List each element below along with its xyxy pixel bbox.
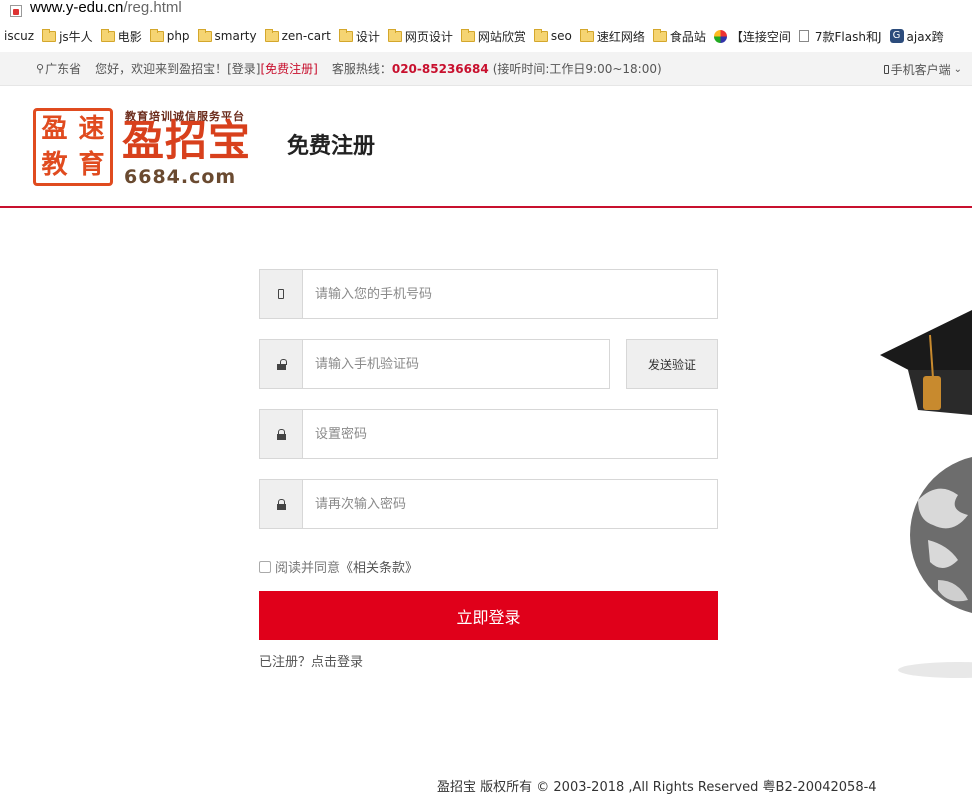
lock-icon: [276, 429, 286, 440]
login-link[interactable]: [登录]: [227, 60, 260, 77]
footer-copyright: 盈招宝 版权所有 © 2003-2018 ,All Rights Reserve…: [437, 780, 877, 795]
bookmark-label: 7款Flash和J: [814, 29, 882, 44]
folder-icon: [338, 28, 353, 42]
folder-icon: [42, 28, 57, 42]
logo-char: 速: [78, 114, 105, 144]
bookmark-label: 设计: [355, 29, 380, 44]
bookmarks-bar: iscuz js牛人 电影 php smarty zen-cart 设计 网页设…: [0, 24, 972, 48]
folder-icon: [264, 28, 279, 42]
url-text[interactable]: www.y-edu.cn/reg.html: [30, 0, 182, 16]
bookmark-item[interactable]: iscuz: [0, 24, 38, 48]
terms-link[interactable]: 《相关条款》: [340, 557, 418, 576]
folder-icon: [197, 28, 212, 42]
welcome-text: 您好，欢迎来到盈招宝！: [95, 62, 228, 76]
bookmark-label: 速红网络: [596, 29, 645, 44]
mobile-client-menu[interactable]: 手机客户端 ⌄: [883, 52, 962, 86]
graduation-cap-icon: [880, 310, 972, 678]
bookmark-label: 网站欣赏: [477, 29, 526, 44]
already-registered-link[interactable]: 已注册？点击登录: [259, 651, 363, 670]
bookmark-label: js牛人: [59, 29, 93, 44]
folder-icon: [533, 28, 548, 42]
bookmark-label: 电影: [117, 29, 142, 44]
logo-brand[interactable]: 盈招宝: [122, 120, 251, 162]
page-broken-icon: [10, 5, 22, 17]
bookmark-item[interactable]: 7款Flash和J: [795, 24, 886, 48]
bookmark-label: 食品站: [669, 29, 706, 44]
site-icon: [713, 29, 727, 43]
logo-char: 育: [78, 150, 105, 180]
bookmark-label: ajax跨: [906, 29, 944, 44]
register-link[interactable]: [免费注册]: [260, 60, 317, 77]
logo-domain: 6684.com: [124, 166, 237, 188]
folder-icon: [579, 28, 594, 42]
logo-char: 教: [41, 150, 68, 180]
bookmark-label: 【连接空间: [730, 29, 791, 44]
password-input[interactable]: [303, 410, 717, 458]
bookmark-label: php: [166, 29, 190, 43]
bookmark-folder[interactable]: seo: [530, 24, 576, 48]
unlock-icon-box: [260, 340, 303, 388]
folder-icon: [652, 28, 667, 42]
site-icon-a: G: [889, 29, 904, 43]
address-bar[interactable]: www.y-edu.cn/reg.html: [0, 0, 972, 22]
bookmark-folder[interactable]: js牛人: [38, 24, 97, 48]
agree-text: 阅读并同意: [275, 561, 341, 576]
agree-checkbox[interactable]: [259, 560, 271, 573]
location-text[interactable]: 广东省: [45, 60, 81, 77]
verify-code-input[interactable]: [303, 340, 609, 388]
bookmark-label: zen-cart: [281, 29, 331, 43]
folder-icon: [460, 28, 475, 42]
folder-icon: [149, 28, 164, 42]
site-header: 盈 速 教 育 教育培训诚信服务平台 盈招宝 6684.com 免费注册: [0, 86, 972, 208]
bookmark-label: smarty: [214, 29, 257, 43]
bookmark-folder[interactable]: smarty: [194, 24, 261, 48]
hotline-number: 020-85236684: [391, 61, 489, 76]
bookmark-item[interactable]: 【连接空间: [710, 24, 795, 48]
bookmark-label: iscuz: [4, 29, 35, 43]
bookmark-folder[interactable]: 电影: [97, 24, 146, 48]
url-path: /reg.html: [123, 0, 182, 16]
lock-icon: [276, 499, 286, 510]
folder-icon: [100, 28, 115, 42]
top-info-bar: ⚲ 广东省 您好，欢迎来到盈招宝！ [登录] [免费注册] 客服热线： 020-…: [0, 52, 972, 86]
bookmark-folder[interactable]: 网页设计: [384, 24, 457, 48]
password-field: [259, 409, 718, 459]
password-confirm-input[interactable]: [303, 480, 717, 528]
logo-char: 盈: [41, 114, 68, 144]
bookmark-item[interactable]: Gajax跨: [886, 24, 948, 48]
mobile-phone-icon: [278, 289, 284, 299]
verify-code-field: [259, 339, 610, 389]
password-confirm-field: [259, 479, 718, 529]
bookmark-folder[interactable]: zen-cart: [261, 24, 335, 48]
chevron-down-icon: ⌄: [953, 63, 962, 75]
bookmark-folder[interactable]: 速红网络: [576, 24, 649, 48]
page-title: 免费注册: [287, 134, 376, 159]
unlock-icon: [276, 359, 287, 370]
bookmark-folder[interactable]: 设计: [335, 24, 384, 48]
url-domain: www.y-edu.cn: [30, 0, 124, 16]
hotline-label: 客服热线：: [331, 62, 392, 76]
lock-icon-box: [260, 480, 303, 528]
phone-input[interactable]: [303, 270, 717, 318]
phone-field: [259, 269, 718, 319]
phone-icon-box: [260, 270, 303, 318]
bookmark-folder[interactable]: 食品站: [649, 24, 710, 48]
bookmark-folder[interactable]: 网站欣赏: [457, 24, 530, 48]
bookmark-label: seo: [550, 29, 572, 43]
bookmark-folder[interactable]: php: [146, 24, 194, 48]
lock-icon-box: [260, 410, 303, 458]
send-code-button[interactable]: 发送验证: [626, 339, 718, 389]
location-pin-icon: ⚲: [36, 62, 45, 75]
logo-mark[interactable]: 盈 速 教 育: [33, 108, 113, 186]
submit-button[interactable]: 立即登录: [259, 591, 718, 640]
mobile-phone-icon: [883, 64, 889, 74]
folder-icon: [387, 28, 402, 42]
bookmark-label: 网页设计: [404, 29, 453, 44]
agree-row: 阅读并同意 《相关条款》: [259, 557, 418, 576]
hotline-hours: (接听时间:工作日9:00~18:00): [492, 62, 662, 76]
page-icon: [798, 30, 809, 42]
graduation-globe-illustration: [878, 300, 972, 690]
mobile-client-label: 手机客户端: [890, 62, 951, 77]
